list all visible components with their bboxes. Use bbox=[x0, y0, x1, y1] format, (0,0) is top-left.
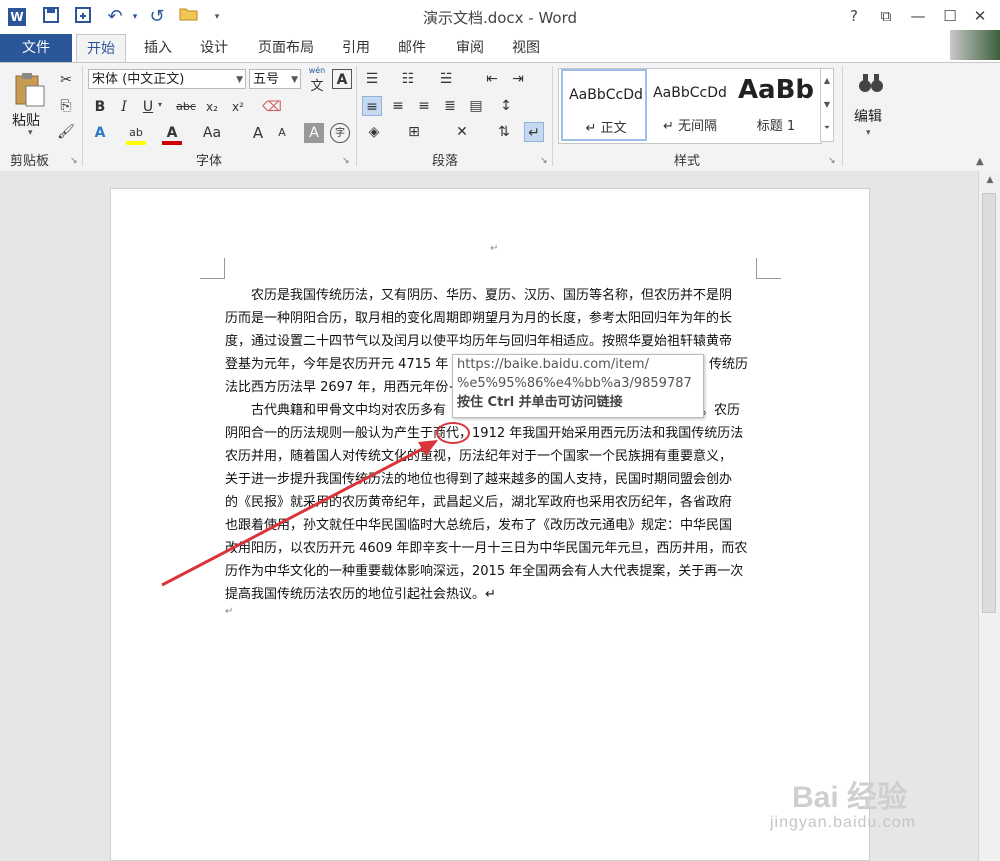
annotation-circle bbox=[436, 422, 470, 444]
baidu-jingyan-watermark: Bai 经验 bbox=[792, 781, 908, 814]
annotation-arrow bbox=[161, 440, 438, 587]
watermark-url: jingyan.baidu.com bbox=[770, 814, 916, 831]
